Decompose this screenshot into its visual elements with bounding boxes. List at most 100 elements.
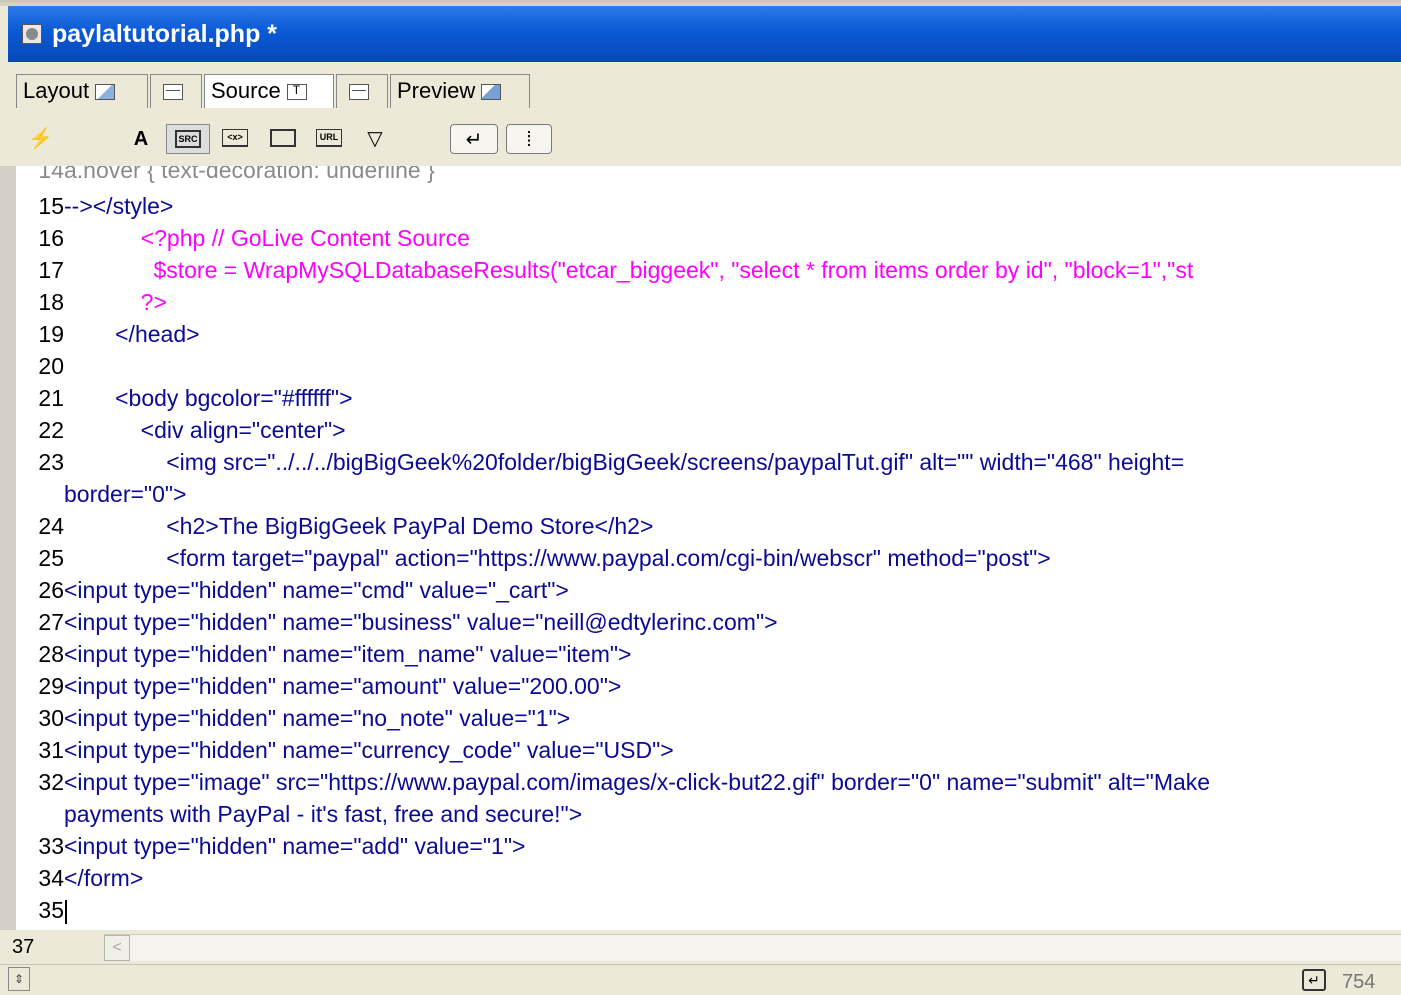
- window-status-bar: ⇕ ↵ 754: [0, 964, 1401, 995]
- line-text: $store = WrapMySQLDatabaseResults("etcar…: [64, 257, 1194, 283]
- line-text: <input type="hidden" name="item_name" va…: [64, 641, 632, 667]
- line-text: <?php // GoLive Content Source: [64, 225, 470, 251]
- url-button[interactable]: URL: [312, 124, 346, 154]
- source-icon: [286, 83, 307, 101]
- code-line: 14a.hover { text-decoration: underline }: [16, 166, 435, 186]
- code-line: 24 <h2>The BigBigGeek PayPal Demo Store<…: [16, 510, 653, 542]
- line-text: ?>: [64, 289, 167, 315]
- editor-gutter: [0, 166, 16, 930]
- line-number: 29: [38, 673, 64, 699]
- horizontal-scrollbar[interactable]: <: [104, 934, 1401, 961]
- line-number: 33: [38, 833, 64, 859]
- color-icon: ▽: [367, 128, 383, 150]
- line-text: <body bgcolor="#ffffff">: [64, 385, 353, 411]
- line-number: 27: [38, 609, 64, 635]
- code-line: 29<input type="hidden" name="amount" val…: [16, 670, 621, 702]
- code-line: 23 <img src="../../../bigBigGeek%20folde…: [16, 446, 1184, 478]
- tab-layout-label: Layout: [23, 78, 90, 103]
- code-line: 27<input type="hidden" name="business" v…: [16, 606, 777, 638]
- code-line-wrapped: payments with PayPal - it's fast, free a…: [16, 798, 582, 830]
- line-ending-icon[interactable]: ↵: [1302, 969, 1326, 991]
- line-text: border="0">: [64, 481, 187, 507]
- font-label: A: [133, 128, 149, 150]
- code-line: 32<input type="image" src="https://www.p…: [16, 766, 1210, 798]
- code-line: 28<input type="hidden" name="item_name" …: [16, 638, 631, 670]
- line-number: 31: [38, 737, 64, 763]
- document-title: paylaltutorial.php *: [52, 20, 278, 48]
- line-number: 26: [38, 577, 64, 603]
- tab-source[interactable]: Source: [204, 74, 334, 108]
- line-number: 34: [38, 865, 64, 891]
- outline-icon: [349, 84, 369, 101]
- line-text: </form>: [64, 865, 144, 891]
- tab-outline[interactable]: [336, 74, 388, 108]
- line-text: a.hover { text-decoration: underline }: [64, 166, 435, 183]
- line-text: <h2>The BigBigGeek PayPal Demo Store</h2…: [64, 513, 654, 539]
- line-number: 20: [38, 353, 64, 379]
- source-editor[interactable]: 14a.hover { text-decoration: underline }…: [0, 166, 1401, 930]
- line-number: 19: [38, 321, 64, 347]
- line-number: 24: [38, 513, 64, 539]
- line-text: </head>: [64, 321, 200, 347]
- table-button[interactable]: [266, 124, 300, 154]
- frame-editor-icon: [163, 84, 183, 101]
- check-syntax-button[interactable]: ⚡: [28, 124, 53, 154]
- view-tabs: Layout Source Preview: [8, 62, 1401, 112]
- line-text: <input type="hidden" name="currency_code…: [64, 737, 674, 763]
- src-button[interactable]: SRC: [166, 124, 210, 154]
- code-line: 35: [16, 894, 67, 926]
- document-icon: [22, 24, 42, 44]
- lightning-icon: ⚡: [28, 128, 53, 150]
- line-text: <form target="paypal" action="https://ww…: [64, 545, 1051, 571]
- word-wrap-button[interactable]: ↵: [450, 124, 498, 154]
- document-title-bar[interactable]: paylaltutorial.php *: [8, 6, 1401, 62]
- tag-button[interactable]: <x>: [218, 124, 252, 154]
- code-line: 22 <div align="center">: [16, 414, 345, 446]
- tab-source-label: Source: [211, 78, 281, 103]
- line-count: 37: [12, 936, 35, 958]
- line-text: <input type="image" src="https://www.pay…: [64, 769, 1211, 795]
- text-cursor: [65, 899, 67, 924]
- source-toolbar: ⚡ A SRC <x> URL ▽ ↵ ⁞: [8, 112, 1401, 164]
- table-icon: [270, 129, 296, 148]
- tab-layout[interactable]: Layout: [16, 74, 148, 108]
- code-line: 18 ?>: [16, 286, 167, 318]
- line-number: 17: [38, 257, 64, 283]
- split-resize-icon[interactable]: ⇕: [8, 967, 30, 991]
- tab-preview[interactable]: Preview: [390, 74, 530, 108]
- file-size: 754: [1342, 971, 1376, 993]
- line-number: 23: [38, 449, 64, 475]
- color-button[interactable]: ▽: [358, 124, 392, 154]
- code-line: 30<input type="hidden" name="no_note" va…: [16, 702, 570, 734]
- code-line: 21 <body bgcolor="#ffffff">: [16, 382, 353, 414]
- font-button[interactable]: A: [126, 124, 156, 154]
- code-line: 34</form>: [16, 862, 143, 894]
- tab-preview-label: Preview: [397, 78, 476, 103]
- line-text: payments with PayPal - it's fast, free a…: [64, 801, 583, 827]
- line-number: 28: [38, 641, 64, 667]
- tab-frame-editor[interactable]: [150, 74, 202, 108]
- line-text: --></style>: [64, 193, 174, 219]
- line-text: <img src="../../../bigBigGeek%20folder/b…: [64, 449, 1185, 475]
- code-line: 33<input type="hidden" name="add" value=…: [16, 830, 525, 862]
- code-line: 16 <?php // GoLive Content Source: [16, 222, 470, 254]
- line-numbers-button[interactable]: ⁞: [506, 124, 552, 154]
- line-text: <input type="hidden" name="amount" value…: [64, 673, 622, 699]
- code-line: 31<input type="hidden" name="currency_co…: [16, 734, 674, 766]
- editor-status-bar: 37 <: [0, 930, 1401, 964]
- code-line: 15--></style>: [16, 190, 173, 222]
- line-number: 18: [38, 289, 64, 315]
- line-number: 30: [38, 705, 64, 731]
- url-icon: URL: [316, 129, 342, 148]
- line-number: 32: [38, 769, 64, 795]
- code-line: 20: [16, 350, 64, 382]
- line-numbers-icon: ⁞: [526, 129, 532, 151]
- line-number: 15: [38, 193, 64, 219]
- scroll-left-icon[interactable]: <: [104, 935, 130, 961]
- wrap-icon: ↵: [465, 129, 483, 151]
- line-number: 25: [38, 545, 64, 571]
- line-text: <input type="hidden" name="add" value="1…: [64, 833, 526, 859]
- tag-icon: <x>: [222, 129, 248, 148]
- preview-icon: [481, 84, 502, 101]
- code-line: 26<input type="hidden" name="cmd" value=…: [16, 574, 568, 606]
